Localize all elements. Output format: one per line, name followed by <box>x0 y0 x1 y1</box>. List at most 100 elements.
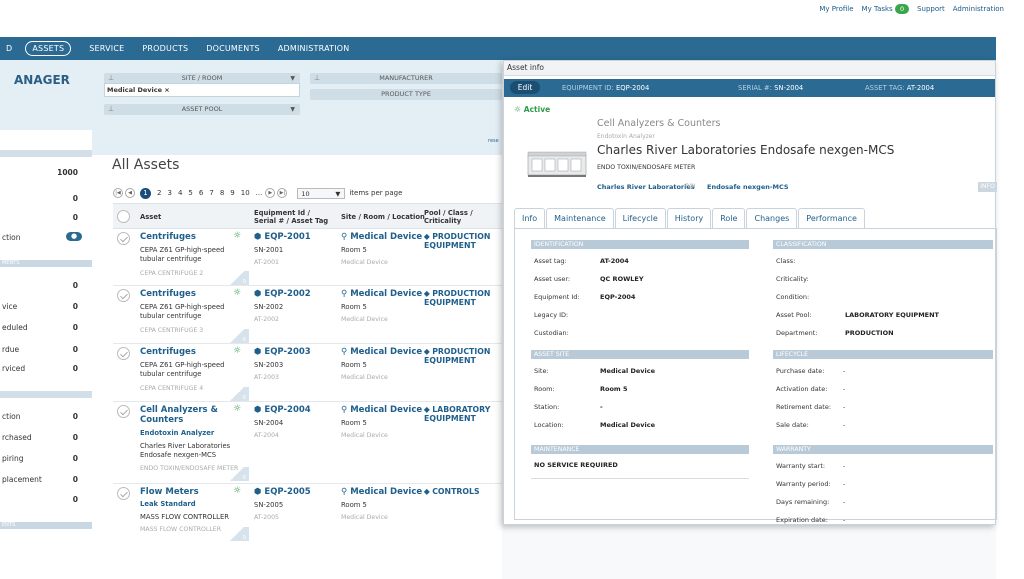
nav-item-service[interactable]: SERVICE <box>89 44 124 53</box>
page-link[interactable]: 9 <box>230 189 234 197</box>
site[interactable]: ⚲ Medical Device <box>341 405 422 415</box>
tab-lifecycle[interactable]: Lifecycle <box>614 208 666 228</box>
row-checkbox[interactable] <box>117 232 130 245</box>
info-button[interactable]: INFO <box>978 182 997 192</box>
prev-page-button[interactable]: ◀ <box>125 188 135 198</box>
sidebar-row[interactable]: rdue 0 <box>0 343 92 357</box>
equipment-id[interactable]: ⬢ EQP-2001 <box>254 232 311 242</box>
row-checkbox[interactable] <box>117 347 130 360</box>
nav-item-administration[interactable]: ADMINISTRATION <box>278 44 350 53</box>
table-row[interactable]: Flow Meters ☼ Leak Standard MASS FLOW CO… <box>113 484 503 542</box>
equipment-id[interactable]: ⬢ EQP-2002 <box>254 289 311 299</box>
asset-name[interactable]: Cell Analyzers & Counters <box>140 405 225 425</box>
sidebar-row[interactable]: 0 <box>0 192 92 206</box>
assets-table: Asset Equipment Id / Serial # / Asset Ta… <box>113 203 503 542</box>
tab-performance[interactable]: Performance <box>798 208 865 228</box>
page-link[interactable]: 6 <box>199 189 203 197</box>
col-pool[interactable]: Pool / Class / Criticality <box>424 209 494 225</box>
row-checkbox[interactable] <box>117 405 130 418</box>
sidebar-total-row[interactable]: 1000 <box>0 166 92 180</box>
sidebar-row[interactable]: placement 0 <box>0 473 92 487</box>
table-row[interactable]: Centrifuges ☼ CEPA Z61 GP-high-speed tub… <box>113 344 503 402</box>
nav-item-documents[interactable]: DOCUMENTS <box>206 44 260 53</box>
support-link[interactable]: Support <box>917 5 945 13</box>
my-tasks-link[interactable]: My Tasks 0 <box>862 4 910 14</box>
asset-name[interactable]: Centrifuges <box>140 347 225 357</box>
page-link[interactable]: 3 <box>167 189 171 197</box>
page-link[interactable]: 2 <box>157 189 161 197</box>
part-number-link[interactable]: Endosafe nexgen-MCS <box>707 183 789 191</box>
sidebar-section-label: MENTS <box>2 260 20 266</box>
next-page-button[interactable]: ▶ <box>265 188 276 198</box>
toggle-switch[interactable]: ● <box>66 232 82 241</box>
row-corner-badge: 0 <box>225 329 249 343</box>
page-link[interactable]: 5 <box>188 189 192 197</box>
last-page-button[interactable]: ▶| <box>277 188 288 198</box>
tab-maintenance[interactable]: Maintenance <box>546 208 614 228</box>
nav-item-products[interactable]: PRODUCTS <box>142 44 188 53</box>
row-checkbox[interactable] <box>117 487 130 500</box>
col-asset[interactable]: Asset <box>140 213 161 221</box>
sidebar-row[interactable]: vice 0 <box>0 300 92 314</box>
page-link[interactable]: 7 <box>209 189 213 197</box>
asset-description: Charles River Laboratories Endosafe nexg… <box>140 442 231 459</box>
asset-pool-filter[interactable]: ⊥ ASSET POOL ▼ <box>104 104 300 115</box>
equipment-id[interactable]: ⬢ EQP-2005 <box>254 487 311 497</box>
asset-subcategory: Leak Standard <box>140 500 196 508</box>
asset-name[interactable]: Centrifuges <box>140 232 225 242</box>
my-profile-link[interactable]: My Profile <box>819 5 853 13</box>
col-equipment[interactable]: Equipment Id / Serial # / Asset Tag <box>254 209 334 225</box>
pool[interactable]: ⬥ PRODUCTION EQUIPMENT <box>424 232 504 250</box>
table-row[interactable]: Centrifuges ☼ CEPA Z61 GP-high-speed tub… <box>113 229 503 286</box>
equipment-id[interactable]: ⬢ EQP-2003 <box>254 347 311 357</box>
sidebar-row[interactable]: 0 <box>0 493 92 507</box>
asset-name[interactable]: Flow Meters <box>140 487 225 497</box>
sidebar-row[interactable]: ction 0 <box>0 410 92 424</box>
page-size-select[interactable]: 10 ▼ <box>297 187 346 199</box>
asset-name[interactable]: Centrifuges <box>140 289 225 299</box>
product-type-filter[interactable]: PRODUCT TYPE <box>310 89 502 100</box>
page-link[interactable]: 10 <box>241 189 250 197</box>
pool[interactable]: ⬥ PRODUCTION EQUIPMENT <box>424 347 504 365</box>
tab-info[interactable]: Info <box>514 208 546 228</box>
pool[interactable]: ⬥ PRODUCTION EQUIPMENT <box>424 289 504 307</box>
administration-link[interactable]: Administration <box>953 5 1004 13</box>
row-checkbox[interactable] <box>117 289 130 302</box>
site[interactable]: ⚲ Medical Device <box>341 289 422 299</box>
pool[interactable]: ⬥ CONTROLS <box>424 487 504 496</box>
nav-item-assets[interactable]: ASSETS <box>25 41 72 56</box>
tab-history[interactable]: History <box>666 208 712 228</box>
sidebar-row[interactable]: eduled 0 <box>0 321 92 335</box>
pool[interactable]: ⬥ LABORATORY EQUIPMENT <box>424 405 504 423</box>
site-room-selection[interactable]: Medical Device × <box>104 83 300 97</box>
manufacturer-link[interactable]: Charles River Laboratories <box>597 183 695 191</box>
col-site[interactable]: Site / Room / Location <box>341 213 425 221</box>
nav-item-partial[interactable]: D <box>6 44 12 53</box>
first-page-button[interactable]: |◀ <box>113 188 123 198</box>
dialog-title[interactable]: Asset info <box>504 61 995 76</box>
page-link[interactable]: 8 <box>220 189 224 197</box>
table-row[interactable]: Cell Analyzers & Counters ☼ Endotoxin An… <box>113 402 503 484</box>
edit-button[interactable]: Edit <box>510 81 540 94</box>
manufacturer-filter[interactable]: ⊥ MANUFACTURER <box>310 73 502 84</box>
site[interactable]: ⚲ Medical Device <box>341 232 422 242</box>
page-ellipsis[interactable]: ... <box>256 189 263 197</box>
site[interactable]: ⚲ Medical Device <box>341 347 422 357</box>
tab-changes[interactable]: Changes <box>746 208 798 228</box>
sidebar-row[interactable]: piring 0 <box>0 452 92 466</box>
current-page[interactable]: 1 <box>140 187 151 199</box>
site[interactable]: ⚲ Medical Device <box>341 487 422 497</box>
page-link[interactable]: 4 <box>178 189 182 197</box>
reset-link[interactable]: rese <box>488 138 499 144</box>
sidebar-row[interactable]: 0 <box>0 279 92 293</box>
table-row[interactable]: Centrifuges ☼ CEPA Z61 GP-high-speed tub… <box>113 286 503 344</box>
site-room-tag[interactable]: Medical Device × <box>107 86 170 94</box>
select-all-checkbox[interactable] <box>117 210 130 223</box>
sidebar-row[interactable]: ction ● <box>0 231 92 245</box>
tab-role[interactable]: Role <box>712 208 746 228</box>
sidebar-row[interactable]: rviced 0 <box>0 362 92 376</box>
room: Room 5 <box>341 419 367 427</box>
sidebar-row[interactable]: rchased 0 <box>0 431 92 445</box>
sidebar-row[interactable]: 0 <box>0 211 92 225</box>
equipment-id[interactable]: ⬢ EQP-2004 <box>254 405 311 415</box>
